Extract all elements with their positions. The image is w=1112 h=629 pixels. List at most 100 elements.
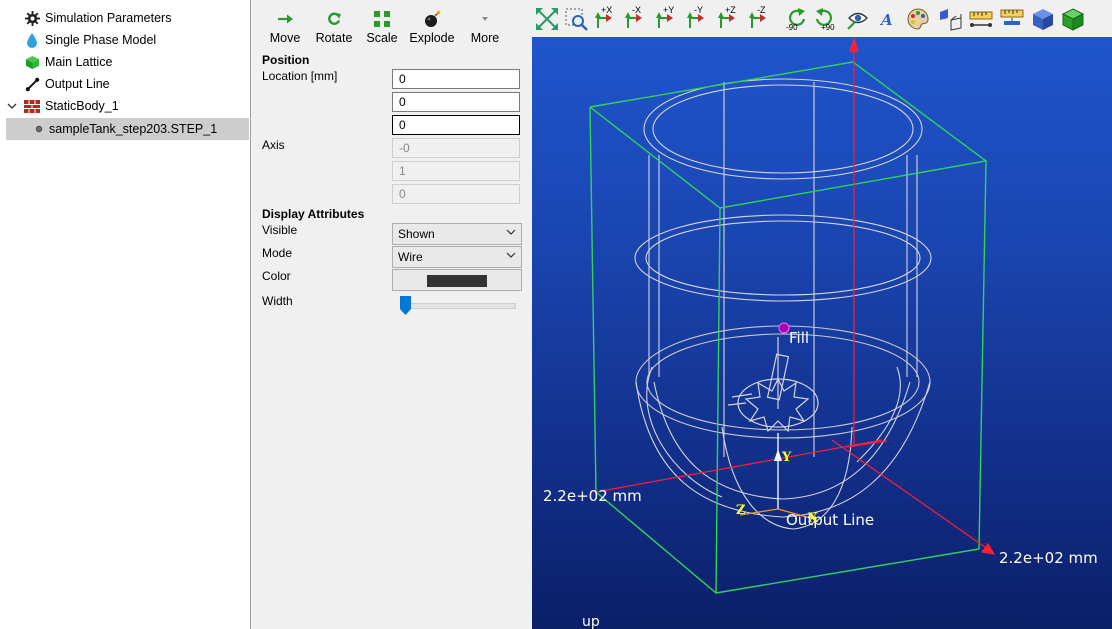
axis-y-label: Y bbox=[782, 450, 792, 465]
viewport-toolbar: +X -X +Y -Y +Z -Z -90 +90 A bbox=[532, 0, 1112, 37]
more-label: More bbox=[470, 31, 500, 45]
location-y-field[interactable] bbox=[392, 92, 520, 112]
ruler-measure-icon[interactable] bbox=[968, 6, 994, 32]
location-z-field[interactable] bbox=[392, 115, 520, 135]
green-cube-icon bbox=[24, 54, 40, 70]
visible-value: Shown bbox=[398, 227, 435, 241]
color-button[interactable] bbox=[392, 269, 522, 291]
view-minus-z-icon[interactable]: -Z bbox=[749, 5, 775, 32]
view-minus-x-icon[interactable]: -X bbox=[625, 5, 651, 32]
rotate-minus-90-icon[interactable]: -90 bbox=[784, 6, 810, 32]
zoom-box-icon[interactable] bbox=[564, 6, 590, 32]
tree-item-staticbody[interactable]: StaticBody_1 bbox=[6, 95, 119, 117]
tree-item-single-phase-model[interactable]: Single Phase Model bbox=[24, 29, 156, 51]
axis-x-field[interactable] bbox=[392, 138, 520, 158]
scene-canvas[interactable]: 2.2e+02 mm 2.2e+02 mm Fill Output Line Y… bbox=[532, 37, 1112, 629]
view-plus-z-label: +Z bbox=[725, 5, 736, 15]
tree-item-label: Simulation Parameters bbox=[45, 11, 172, 25]
rotate-label: Rotate bbox=[315, 31, 353, 45]
visible-label: Visible bbox=[262, 223, 298, 237]
bounding-box-cube-icon[interactable] bbox=[1060, 6, 1086, 32]
mode-value: Wire bbox=[398, 250, 423, 264]
palette-icon[interactable] bbox=[905, 6, 931, 32]
rotate-button[interactable]: Rotate bbox=[308, 8, 360, 45]
visibility-eye-icon[interactable] bbox=[845, 6, 871, 32]
view-minus-y-icon[interactable]: -Y bbox=[687, 5, 713, 32]
view-plus-y-label: +Y bbox=[663, 5, 675, 15]
perspective-cube-icon[interactable] bbox=[937, 6, 963, 32]
tree-item-main-lattice[interactable]: Main Lattice bbox=[24, 51, 112, 73]
scale-button[interactable]: Scale bbox=[356, 8, 408, 45]
text-labels-icon[interactable]: A bbox=[874, 6, 900, 32]
rotate-minus-90-label: -90 bbox=[786, 23, 798, 32]
gear-icon bbox=[24, 10, 40, 26]
axes-triad bbox=[739, 433, 815, 520]
location-x-field[interactable] bbox=[392, 69, 520, 89]
chevron-down-icon bbox=[459, 8, 511, 30]
axis-y-field[interactable] bbox=[392, 161, 520, 181]
line-icon bbox=[24, 76, 40, 92]
width-label: Width bbox=[262, 294, 293, 308]
tree-item-label: StaticBody_1 bbox=[45, 99, 119, 113]
up-label: up bbox=[582, 614, 600, 629]
chevron-down-icon bbox=[506, 250, 516, 263]
mode-select[interactable]: Wire bbox=[392, 246, 522, 268]
view-minus-x-label: -X bbox=[632, 5, 641, 15]
tree-item-simulation-parameters[interactable]: Simulation Parameters bbox=[24, 7, 171, 29]
view-plus-y-icon[interactable]: +Y bbox=[656, 5, 682, 32]
brick-wall-icon bbox=[24, 98, 40, 114]
location-label: Location [mm] bbox=[262, 69, 338, 83]
width-slider-track[interactable] bbox=[400, 303, 516, 309]
display-attributes-heading: Display Attributes bbox=[262, 207, 365, 221]
explode-label: Explode bbox=[409, 31, 455, 45]
dimension-label-left: 2.2e+02 mm bbox=[543, 487, 642, 505]
axis-z-label: Z bbox=[736, 503, 746, 518]
chevron-down-icon bbox=[506, 227, 516, 240]
dimension-label-right: 2.2e+02 mm bbox=[999, 549, 1098, 567]
dimension-arrows bbox=[595, 37, 996, 555]
more-button[interactable]: More bbox=[459, 8, 511, 45]
fill-marker[interactable] bbox=[778, 322, 790, 334]
color-label: Color bbox=[262, 269, 291, 283]
tree-item-label: Output Line bbox=[45, 77, 110, 91]
view-plus-x-label: +X bbox=[601, 5, 613, 15]
color-swatch bbox=[427, 275, 487, 287]
width-slider-handle[interactable] bbox=[400, 296, 411, 318]
water-drop-icon bbox=[24, 32, 40, 48]
output-line-label: Output Line bbox=[786, 511, 875, 529]
visible-select[interactable]: Shown bbox=[392, 223, 522, 245]
tree-item-label: Single Phase Model bbox=[45, 33, 157, 47]
bomb-icon bbox=[406, 8, 458, 30]
scale-icon bbox=[356, 8, 408, 30]
axis-label: Axis bbox=[262, 138, 285, 152]
view-minus-z-label: -Z bbox=[757, 5, 766, 15]
chevron-down-icon[interactable] bbox=[6, 98, 18, 114]
tree-item-sampletank[interactable]: sampleTank_step203.STEP_1 bbox=[6, 118, 249, 140]
rotate-icon bbox=[308, 8, 360, 30]
position-heading: Position bbox=[262, 53, 310, 67]
tree-item-label: Main Lattice bbox=[45, 55, 113, 69]
explode-button[interactable]: Explode bbox=[406, 8, 458, 45]
fit-view-icon[interactable] bbox=[534, 6, 560, 32]
properties-panel: Move Rotate Scale Explode More Position … bbox=[253, 0, 531, 629]
fill-label: Fill bbox=[789, 329, 810, 347]
axis-x-label: X bbox=[808, 511, 819, 526]
tree-item-output-line[interactable]: Output Line bbox=[24, 73, 110, 95]
shaded-cube-icon[interactable] bbox=[1030, 6, 1056, 32]
viewport-3d[interactable]: +X -X +Y -Y +Z -Z -90 +90 A 2.2e+02 mm 2… bbox=[532, 0, 1112, 629]
tree-item-label: sampleTank_step203.STEP_1 bbox=[49, 122, 218, 136]
mode-label: Mode bbox=[262, 246, 293, 260]
view-minus-y-label: -Y bbox=[694, 5, 703, 15]
move-label: Move bbox=[269, 31, 301, 45]
view-plus-z-icon[interactable]: +Z bbox=[718, 5, 744, 32]
rotate-plus-90-label: +90 bbox=[821, 23, 835, 32]
rotate-plus-90-icon[interactable]: +90 bbox=[811, 6, 837, 32]
scale-label: Scale bbox=[366, 31, 398, 45]
ruler-gauge-icon[interactable] bbox=[999, 6, 1025, 32]
axis-z-field[interactable] bbox=[392, 184, 520, 204]
dot-icon bbox=[34, 121, 44, 137]
view-plus-x-icon[interactable]: +X bbox=[595, 5, 621, 32]
move-button[interactable]: Move bbox=[259, 8, 311, 45]
svg-text:A: A bbox=[879, 11, 893, 29]
model-tree-panel: Simulation Parameters Single Phase Model… bbox=[0, 0, 251, 629]
